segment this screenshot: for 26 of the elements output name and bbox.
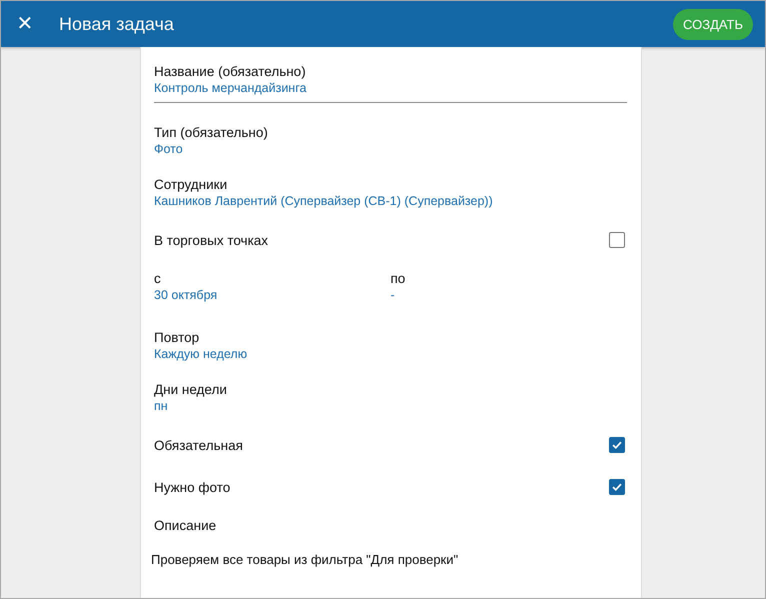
checkbox[interactable] <box>609 437 625 453</box>
field-value[interactable]: Кашников Лаврентий (Супервайзер (СВ-1) (Супервайзер)) <box>154 193 627 210</box>
field-value: Контроль мерчандайзинга <box>154 80 308 97</box>
create-button[interactable]: СОЗДАТЬ <box>673 8 753 40</box>
checkbox-label: В торговых точках <box>154 232 268 248</box>
name-field[interactable]: Название (обязательно) Контроль мерчандайзинга <box>154 63 627 103</box>
field-label: Название (обязательно) <box>154 63 307 80</box>
checkbox[interactable] <box>609 232 625 248</box>
field-value[interactable]: Каждую неделю <box>154 346 627 363</box>
field-label: Дни недели <box>154 381 228 398</box>
field-label: Сотрудники <box>154 176 228 193</box>
field-value[interactable]: - <box>390 287 627 304</box>
field-value[interactable]: пн <box>154 398 627 415</box>
checkbox[interactable] <box>609 479 625 495</box>
field-label: Тип (обязательно) <box>154 124 269 141</box>
description-text[interactable]: Проверяем все товары из фильтра "Для проверки" <box>151 552 627 567</box>
field-label: Повтор <box>154 329 200 346</box>
field-label: по <box>390 270 406 287</box>
close-button[interactable]: ✕ <box>11 12 39 36</box>
field-value[interactable]: Фото <box>154 141 627 158</box>
screen-title: Новая задача <box>59 14 175 34</box>
field-value[interactable]: 30 октября <box>154 287 390 304</box>
checkbox-label: Нужно фото <box>154 478 230 496</box>
field-label: с <box>154 270 162 287</box>
checkbox-label: Обязательная <box>154 436 243 454</box>
field-label: Описание <box>154 517 218 534</box>
